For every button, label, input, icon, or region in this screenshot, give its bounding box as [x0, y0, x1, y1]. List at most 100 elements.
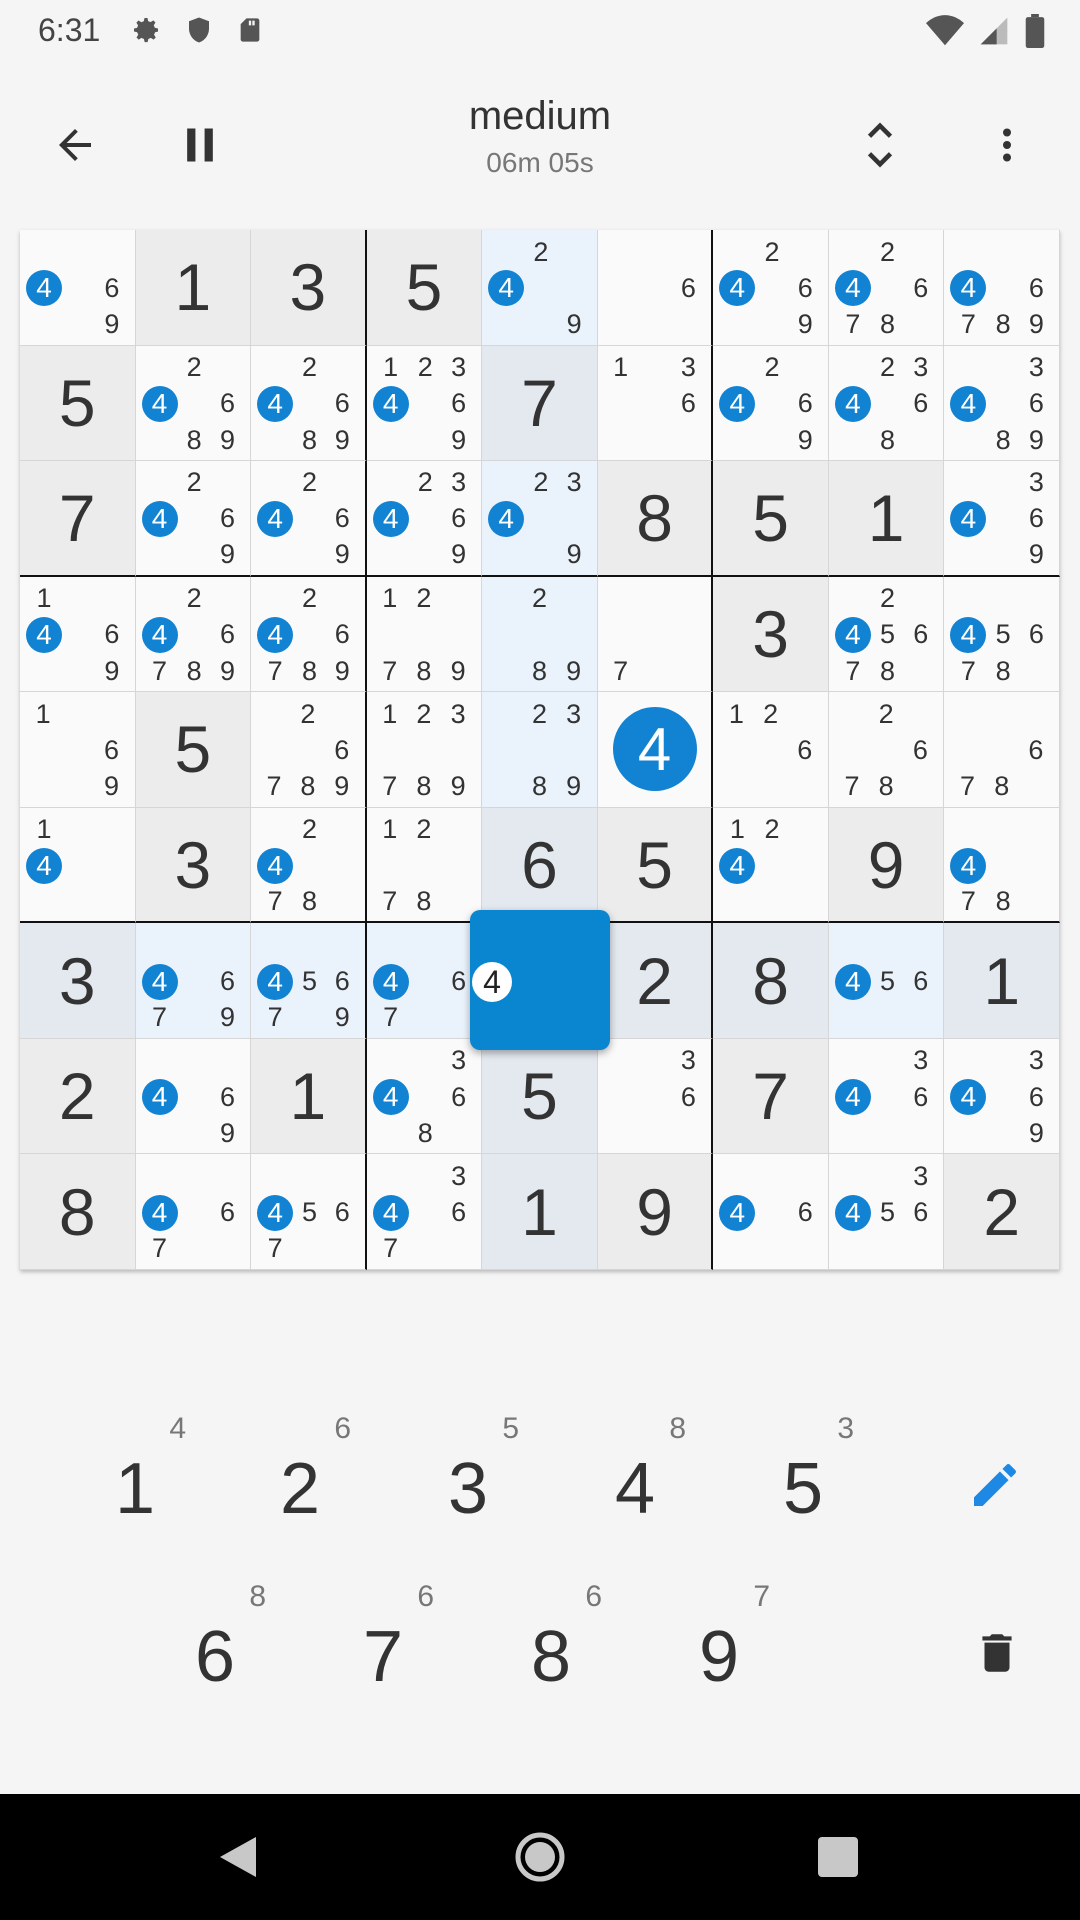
sudoku-cell-r3c1[interactable]: 7 [20, 461, 136, 577]
sudoku-cell-r1c4[interactable]: 5 [366, 230, 483, 346]
sudoku-cell-r5c4[interactable]: 123 789 [366, 692, 483, 808]
sudoku-cell-r4c2[interactable]: 24 6 789 [135, 576, 252, 693]
sudoku-cell-r7c3[interactable]: 456 7 9 [251, 923, 367, 1039]
sudoku-cell-r6c9[interactable]: 478 [944, 807, 1060, 924]
pause-button[interactable] [165, 110, 235, 180]
sudoku-cell-r8c5[interactable]: 5 [482, 1038, 598, 1155]
sudoku-cell-r4c5[interactable]: 2 89 [482, 576, 598, 693]
sudoku-cell-r3c4[interactable]: 23 4 6 9 [366, 461, 483, 577]
sudoku-cell-r3c6[interactable]: 8 [597, 461, 714, 577]
sudoku-cell-r1c7[interactable]: 24 6 9 [713, 230, 829, 346]
sudoku-cell-r4c8[interactable]: 2456 78 [828, 576, 945, 693]
sudoku-cell-r9c7[interactable]: 46 [713, 1154, 829, 1270]
key-7[interactable]: 7 6 [328, 1580, 438, 1698]
sudoku-cell-r7c1[interactable]: 3 [20, 923, 136, 1039]
sudoku-cell-r8c6[interactable]: 36 [597, 1038, 714, 1155]
sudoku-cell-r6c7[interactable]: 124 [713, 807, 829, 924]
sudoku-cell-r6c5[interactable]: 6 [482, 807, 598, 924]
more-options-button[interactable] [972, 110, 1042, 180]
pencil-mode-button[interactable] [950, 1440, 1040, 1530]
sudoku-cell-r7c4[interactable]: 467 [366, 923, 483, 1039]
sudoku-cell-r8c4[interactable]: 3 4 68 [366, 1038, 483, 1155]
sudoku-cell-r1c2[interactable]: 1 [135, 230, 252, 346]
sudoku-cell-r5c2[interactable]: 5 [135, 692, 252, 808]
sudoku-cell-r6c4[interactable]: 12 78 [366, 807, 483, 924]
key-4[interactable]: 4 8 [580, 1412, 690, 1530]
sudoku-cell-r2c4[interactable]: 123 4 6 9 [366, 345, 483, 462]
sudoku-cell-r8c7[interactable]: 7 [713, 1038, 829, 1155]
sudoku-cell-r1c3[interactable]: 3 [251, 230, 367, 346]
key-6[interactable]: 6 8 [160, 1580, 270, 1698]
sudoku-cell-r9c3[interactable]: 456 7 [251, 1154, 367, 1270]
sudoku-cell-r7c2[interactable]: 4 6 7 9 [135, 923, 252, 1039]
sudoku-cell-r9c4[interactable]: 3 4 6 7 [366, 1154, 483, 1270]
key-2[interactable]: 2 6 [245, 1412, 355, 1530]
sudoku-cell-r2c1[interactable]: 5 [20, 345, 136, 462]
sudoku-cell-r8c2[interactable]: 4 6 9 [135, 1038, 252, 1155]
sudoku-cell-r6c6[interactable]: 5 [597, 807, 714, 924]
sudoku-cell-r7c8[interactable]: 456 [828, 923, 945, 1039]
delete-button[interactable] [952, 1608, 1042, 1698]
key-3[interactable]: 3 5 [413, 1412, 523, 1530]
sudoku-cell-r9c9[interactable]: 2 [944, 1154, 1060, 1270]
sudoku-cell-r3c3[interactable]: 24 6 9 [251, 461, 367, 577]
sudoku-cell-r8c1[interactable]: 2 [20, 1038, 136, 1155]
nav-home-button[interactable] [505, 1822, 575, 1892]
selected-cell[interactable]: 4 [470, 910, 610, 1050]
sudoku-cell-r5c6[interactable]: 4 [597, 692, 714, 808]
sudoku-cell-r2c2[interactable]: 24 689 [135, 345, 252, 462]
sudoku-cell-r1c6[interactable]: 6 [597, 230, 714, 346]
sudoku-cell-r1c5[interactable]: 24 9 [482, 230, 598, 346]
sudoku-cell-r8c8[interactable]: 3 4 6 [828, 1038, 945, 1155]
sudoku-cell-r9c6[interactable]: 9 [597, 1154, 714, 1270]
sudoku-cell-r8c9[interactable]: 3 4 6 9 [944, 1038, 1060, 1155]
sudoku-cell-r9c5[interactable]: 1 [482, 1154, 598, 1270]
sudoku-cell-r1c9[interactable]: 4 6 789 [944, 230, 1060, 346]
sudoku-cell-r1c8[interactable]: 24 6 78 [828, 230, 945, 346]
key-8[interactable]: 8 6 [496, 1580, 606, 1698]
sudoku-cell-r6c8[interactable]: 9 [828, 807, 945, 924]
sudoku-cell-r2c3[interactable]: 24 689 [251, 345, 367, 462]
sudoku-cell-r1c1[interactable]: 4 6 9 [20, 230, 136, 346]
sudoku-cell-r6c2[interactable]: 3 [135, 807, 252, 924]
sudoku-cell-r5c8[interactable]: 26 78 [828, 692, 945, 808]
sudoku-cell-r9c8[interactable]: 3 456 [828, 1154, 945, 1270]
back-button[interactable] [40, 110, 110, 180]
sudoku-cell-r9c1[interactable]: 8 [20, 1154, 136, 1270]
sudoku-cell-r5c9[interactable]: 6 78 [944, 692, 1060, 808]
key-9[interactable]: 9 7 [664, 1580, 774, 1698]
sudoku-cell-r6c3[interactable]: 2478 [251, 807, 367, 924]
sudoku-cell-r2c7[interactable]: 24 6 9 [713, 345, 829, 462]
note-empty [62, 581, 95, 617]
key-5[interactable]: 5 3 [748, 1412, 858, 1530]
expand-collapse-button[interactable] [845, 110, 915, 180]
sudoku-cell-r5c5[interactable]: 23 89 [482, 692, 598, 808]
sudoku-cell-r4c1[interactable]: 14 6 9 [20, 576, 136, 693]
sudoku-cell-r7c9[interactable]: 1 [944, 923, 1060, 1039]
sudoku-cell-r3c9[interactable]: 3 4 6 9 [944, 461, 1060, 577]
sudoku-cell-r7c7[interactable]: 8 [713, 923, 829, 1039]
sudoku-cell-r8c3[interactable]: 1 [251, 1038, 367, 1155]
sudoku-cell-r5c1[interactable]: 1 6 9 [20, 692, 136, 808]
key-1[interactable]: 1 4 [80, 1412, 190, 1530]
sudoku-cell-r4c3[interactable]: 24 6 789 [251, 576, 367, 693]
sudoku-cell-r2c8[interactable]: 23 4 68 [828, 345, 945, 462]
sudoku-cell-r7c6[interactable]: 2 [597, 923, 714, 1039]
sudoku-cell-r3c7[interactable]: 5 [713, 461, 829, 577]
sudoku-cell-r3c5[interactable]: 23 4 9 [482, 461, 598, 577]
sudoku-cell-r4c7[interactable]: 3 [713, 576, 829, 693]
nav-back-button[interactable] [203, 1822, 273, 1892]
sudoku-cell-r4c6[interactable]: 7 [597, 576, 714, 693]
sudoku-cell-r4c9[interactable]: 456 78 [944, 576, 1060, 693]
sudoku-cell-r5c7[interactable]: 126 [713, 692, 829, 808]
sudoku-cell-r2c5[interactable]: 7 [482, 345, 598, 462]
sudoku-cell-r3c2[interactable]: 24 6 9 [135, 461, 252, 577]
sudoku-cell-r2c9[interactable]: 3 4 689 [944, 345, 1060, 462]
sudoku-cell-r5c3[interactable]: 26 789 [251, 692, 367, 808]
sudoku-cell-r3c8[interactable]: 1 [828, 461, 945, 577]
sudoku-cell-r4c4[interactable]: 12 789 [366, 576, 483, 693]
sudoku-cell-r9c2[interactable]: 4 6 7 [135, 1154, 252, 1270]
sudoku-cell-r2c6[interactable]: 1 3 6 [597, 345, 714, 462]
sudoku-cell-r6c1[interactable]: 14 [20, 807, 136, 924]
nav-recents-button[interactable] [803, 1822, 873, 1892]
